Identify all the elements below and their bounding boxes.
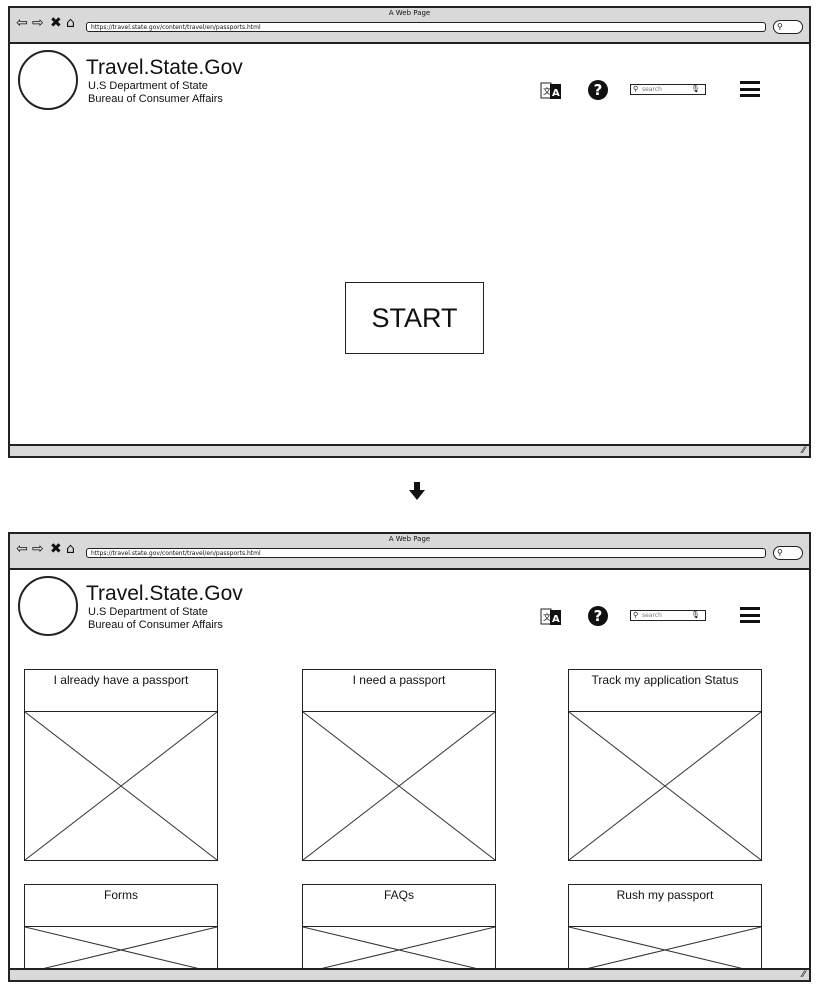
image-placeholder <box>25 712 217 860</box>
logo-placeholder <box>18 50 78 110</box>
search-icon: ⚲ <box>633 85 639 93</box>
back-icon[interactable]: ⇦ <box>16 542 28 556</box>
menu-icon[interactable] <box>740 607 760 623</box>
url-bar[interactable]: https://travel.state.gov/content/travel/… <box>86 22 766 32</box>
card-label: Forms <box>25 885 217 927</box>
home-icon[interactable]: ⌂ <box>66 542 75 556</box>
browser-window-home: A Web Page ⇦ ⇨ ✖ ⌂ https://travel.state.… <box>8 532 811 982</box>
card-need-passport[interactable]: I need a passport <box>302 669 496 861</box>
image-placeholder <box>25 927 217 973</box>
site-subtitle-department: U.S Department of State <box>88 606 208 618</box>
image-placeholder <box>569 927 761 973</box>
site-title[interactable]: Travel.State.Gov <box>86 56 243 80</box>
start-button[interactable]: START <box>345 282 484 354</box>
forward-icon[interactable]: ⇨ <box>32 16 44 30</box>
search-icon: ⚲ <box>777 548 783 557</box>
home-icon[interactable]: ⌂ <box>66 16 75 30</box>
image-placeholder <box>303 927 495 973</box>
image-placeholder <box>303 712 495 860</box>
search-icon: ⚲ <box>633 611 639 619</box>
browser-search-button[interactable]: ⚲ <box>773 546 803 560</box>
card-faqs[interactable]: FAQs <box>302 884 496 974</box>
svg-text:A: A <box>552 88 560 99</box>
card-track-application[interactable]: Track my application Status <box>568 669 762 861</box>
card-forms[interactable]: Forms <box>24 884 218 974</box>
browser-page-title: A Web Page <box>388 535 431 543</box>
resize-grip-icon[interactable]: ⁄⁄ <box>802 446 805 456</box>
svg-text:文: 文 <box>543 86 551 96</box>
url-bar[interactable]: https://travel.state.gov/content/travel/… <box>86 548 766 558</box>
browser-toolbar: A Web Page ⇦ ⇨ ✖ ⌂ https://travel.state.… <box>10 534 809 570</box>
svg-text:文: 文 <box>543 612 551 622</box>
site-title[interactable]: Travel.State.Gov <box>86 582 243 606</box>
browser-toolbar: A Web Page ⇦ ⇨ ✖ ⌂ https://travel.state.… <box>10 8 809 44</box>
card-label: FAQs <box>303 885 495 927</box>
site-subtitle-bureau: Bureau of Consumer Affairs <box>88 619 223 631</box>
help-icon[interactable]: ? <box>588 80 608 100</box>
card-already-have-passport[interactable]: I already have a passport <box>24 669 218 861</box>
browser-window-start: A Web Page ⇦ ⇨ ✖ ⌂ https://travel.state.… <box>8 6 811 458</box>
search-field[interactable]: ⚲ 🎙 <box>630 610 706 621</box>
svg-text:A: A <box>552 614 560 625</box>
card-label: I need a passport <box>303 670 495 712</box>
search-input[interactable] <box>642 85 692 93</box>
resize-grip-icon[interactable]: ⁄⁄ <box>802 970 805 980</box>
image-placeholder <box>569 712 761 860</box>
card-label: Rush my passport <box>569 885 761 927</box>
browser-status-bar: ⁄⁄ <box>10 444 809 456</box>
search-input[interactable] <box>642 611 692 619</box>
card-rush-passport[interactable]: Rush my passport <box>568 884 762 974</box>
close-icon[interactable]: ✖ <box>50 542 62 556</box>
forward-icon[interactable]: ⇨ <box>32 542 44 556</box>
close-icon[interactable]: ✖ <box>50 16 62 30</box>
logo-placeholder <box>18 576 78 636</box>
search-field[interactable]: ⚲ 🎙 <box>630 84 706 95</box>
card-label: I already have a passport <box>25 670 217 712</box>
help-icon[interactable]: ? <box>588 606 608 626</box>
menu-icon[interactable] <box>740 81 760 97</box>
browser-search-button[interactable]: ⚲ <box>773 20 803 34</box>
browser-status-bar: ⁄⁄ <box>10 968 809 980</box>
site-subtitle-department: U.S Department of State <box>88 80 208 92</box>
microphone-icon[interactable]: 🎙 <box>691 611 700 620</box>
microphone-icon[interactable]: 🎙 <box>691 85 700 94</box>
back-icon[interactable]: ⇦ <box>16 16 28 30</box>
search-icon: ⚲ <box>777 22 783 31</box>
card-label: Track my application Status <box>569 670 761 712</box>
translate-icon[interactable]: 文 A <box>540 606 562 628</box>
translate-icon[interactable]: 文 A <box>540 80 562 102</box>
browser-page-title: A Web Page <box>388 9 431 17</box>
arrow-down-icon <box>409 482 425 500</box>
site-subtitle-bureau: Bureau of Consumer Affairs <box>88 93 223 105</box>
